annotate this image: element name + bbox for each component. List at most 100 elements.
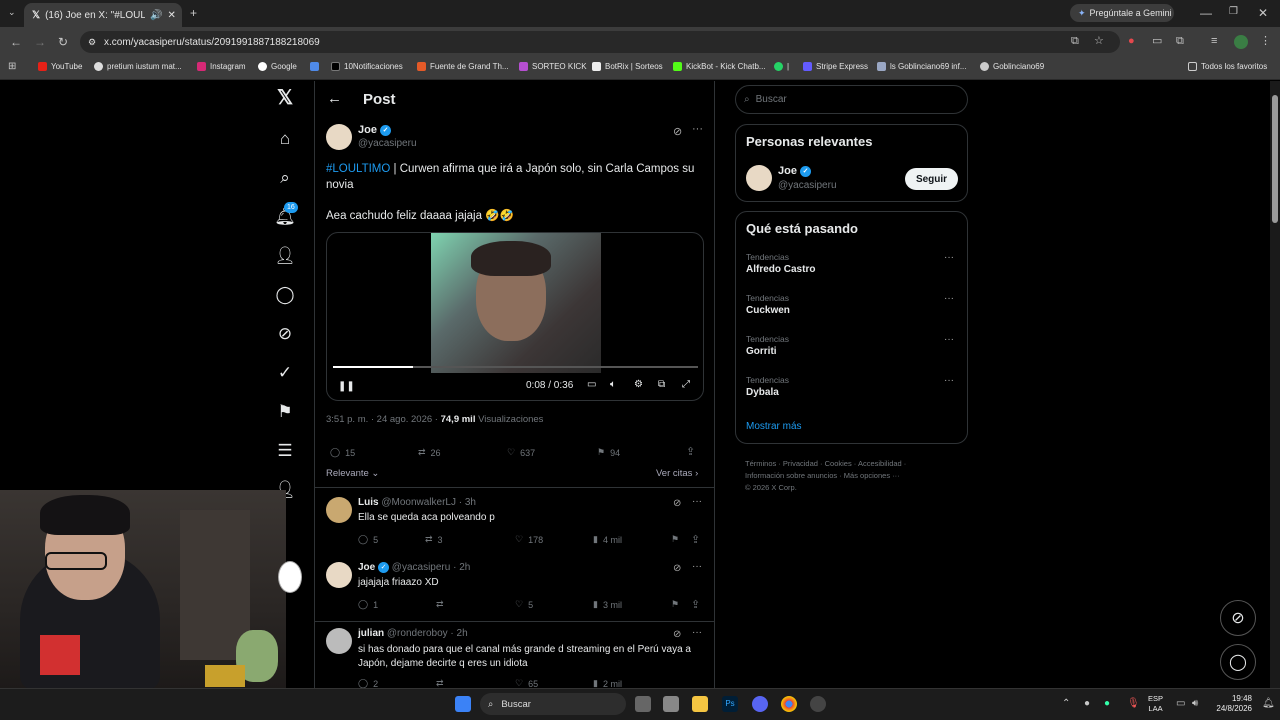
forward-icon[interactable]: → bbox=[34, 36, 46, 48]
more-options-icon[interactable]: ··· bbox=[692, 123, 703, 135]
site-info-icon[interactable]: ⚙ bbox=[88, 37, 96, 48]
grok-float-button[interactable]: ⊘ bbox=[1220, 600, 1256, 636]
x-logo-icon[interactable]: 𝕏 bbox=[274, 87, 296, 109]
more-options-icon[interactable]: ··· bbox=[692, 561, 702, 572]
tab-audio-icon[interactable]: 🔊 bbox=[150, 10, 162, 21]
reply-button[interactable]: ◯ 2 bbox=[358, 678, 378, 688]
trend-item[interactable]: Tendencias Dybala bbox=[746, 375, 789, 398]
fullscreen-icon[interactable]: ⤢ bbox=[682, 379, 690, 390]
new-tab-icon[interactable]: + bbox=[190, 7, 197, 19]
clock[interactable]: 19:48 24/8/2026 bbox=[1212, 694, 1252, 714]
app-icon[interactable] bbox=[663, 696, 679, 712]
more-options-icon[interactable]: ··· bbox=[692, 496, 702, 507]
author-avatar[interactable] bbox=[326, 124, 352, 150]
scrollbar-thumb[interactable] bbox=[1272, 95, 1278, 223]
grok-icon[interactable]: ⊘ bbox=[673, 498, 681, 509]
like-button[interactable]: ♡ 5 bbox=[515, 599, 533, 610]
bookmark-icon[interactable]: ⚑ bbox=[671, 599, 679, 610]
extension-icon[interactable]: ▭ bbox=[1152, 36, 1162, 47]
follow-icon[interactable]: 👤︎ bbox=[274, 245, 296, 267]
profile-avatar-icon[interactable] bbox=[1234, 35, 1248, 49]
explore-search-icon[interactable]: ⌕ bbox=[274, 167, 296, 189]
trend-item[interactable]: Tendencias Gorriti bbox=[746, 334, 789, 357]
menu-icon[interactable]: ⋮ bbox=[1260, 36, 1271, 47]
more-options-icon[interactable]: ··· bbox=[944, 375, 954, 386]
tray-icon[interactable]: ● bbox=[1084, 699, 1090, 709]
reply-avatar[interactable] bbox=[326, 562, 352, 588]
bookmark-gta[interactable]: Fuente de Grand Th... bbox=[417, 62, 509, 71]
bookmark-stripe[interactable]: Stripe Express bbox=[803, 62, 868, 71]
repost-button[interactable]: ⇄ 26 bbox=[418, 447, 441, 458]
search-input[interactable]: ⌕ Buscar bbox=[735, 85, 968, 114]
reply-button[interactable]: ◯ 5 bbox=[358, 534, 378, 545]
footer-line[interactable]: Información sobre anuncios · Más opcione… bbox=[745, 470, 965, 482]
settings-icon[interactable]: ⚙ bbox=[634, 379, 643, 390]
reply-avatar[interactable] bbox=[326, 628, 352, 654]
bookmark-botrix[interactable]: BotRix | Sorteos bbox=[592, 62, 663, 71]
address-bar[interactable]: ⚙ x.com/yacasiperu/status/20919918871882… bbox=[80, 31, 1120, 53]
bookmark-icon[interactable]: ⚑ bbox=[671, 534, 679, 545]
partial-avatar[interactable] bbox=[278, 561, 302, 593]
sort-dropdown[interactable]: Relevante ⌄ bbox=[326, 468, 379, 479]
network-icon[interactable]: ▭ bbox=[1176, 699, 1185, 709]
tab-search-icon[interactable]: ⌄ bbox=[8, 8, 16, 17]
share-icon[interactable]: ⇪ bbox=[691, 533, 700, 546]
repost-button[interactable]: ⇄ bbox=[436, 678, 449, 688]
hashtag-link[interactable]: #LOULTIMO bbox=[326, 163, 390, 175]
photoshop-icon[interactable]: Ps bbox=[722, 696, 738, 712]
share-icon[interactable]: ⇪ bbox=[686, 445, 695, 458]
back-icon[interactable]: ← bbox=[10, 36, 22, 48]
taskbar-search[interactable]: ⌕ Buscar bbox=[480, 693, 626, 715]
home-icon[interactable]: ⌂ bbox=[274, 128, 296, 150]
close-window-icon[interactable]: ✕ bbox=[1258, 7, 1268, 19]
repost-button[interactable]: ⇄ bbox=[436, 599, 449, 610]
chevron-up-icon[interactable]: ⌃ bbox=[1062, 699, 1070, 709]
bookmark-instagram[interactable]: Instagram bbox=[197, 62, 246, 71]
task-view-icon[interactable] bbox=[635, 696, 651, 712]
bookmark-sparkle[interactable] bbox=[310, 62, 319, 71]
share-icon[interactable]: ⇪ bbox=[691, 598, 700, 611]
volume-icon[interactable]: 🔈︎ bbox=[610, 379, 616, 390]
like-button[interactable]: ♡ 178 bbox=[515, 534, 543, 545]
volume-icon[interactable]: 🔊︎ bbox=[1192, 699, 1198, 709]
gemini-button[interactable]: ✦ Pregúntale a Gemini bbox=[1070, 4, 1174, 22]
app2-icon[interactable] bbox=[810, 696, 826, 712]
notifications-icon[interactable]: 🔔︎ 16 bbox=[274, 202, 298, 228]
bookmark-button[interactable]: ⚑ 94 bbox=[597, 447, 620, 458]
windows-start-icon[interactable] bbox=[455, 696, 471, 712]
bookmark-goblin-info[interactable]: ls Goblinciano69 inf... bbox=[877, 62, 967, 71]
captions-icon[interactable]: ▭ bbox=[587, 379, 596, 390]
follow-button[interactable]: Seguir bbox=[905, 168, 958, 190]
file-explorer-icon[interactable] bbox=[692, 696, 708, 712]
bookmarks-icon[interactable]: ⚑ bbox=[274, 401, 296, 423]
notification-center-icon[interactable]: 🔔︎ bbox=[1262, 699, 1275, 709]
apps-grid-icon[interactable]: ⊞ bbox=[8, 62, 16, 72]
views-button[interactable]: ▮ 3 mil bbox=[593, 599, 622, 610]
view-quotes-link[interactable]: Ver citas › bbox=[656, 468, 698, 479]
views-button[interactable]: ▮ 2 mil bbox=[593, 678, 622, 688]
messages-float-button[interactable]: ◯ bbox=[1220, 644, 1256, 680]
lists-icon[interactable]: ☰ bbox=[274, 440, 296, 462]
like-button[interactable]: ♡ 637 bbox=[507, 447, 535, 458]
grok-post-icon[interactable]: ⊘ bbox=[673, 125, 682, 138]
like-button[interactable]: ♡ 65 bbox=[515, 678, 538, 688]
video-progress-track[interactable] bbox=[333, 366, 698, 368]
page-scrollbar[interactable] bbox=[1270, 81, 1280, 688]
video-player[interactable]: ❚❚ 0:08 / 0:36 ▭ 🔈︎ ⚙ ⧉ ⤢ bbox=[326, 232, 704, 401]
messages-icon[interactable]: ◯ bbox=[274, 284, 296, 306]
bookmark-goblin[interactable]: Goblinciano69 bbox=[980, 62, 1044, 71]
reply-button[interactable]: ◯ 1 bbox=[358, 599, 378, 610]
grok-icon[interactable]: ⊘ bbox=[274, 323, 296, 345]
bookmark-youtube[interactable]: YouTube bbox=[38, 62, 82, 71]
reply-name[interactable]: Joe bbox=[358, 562, 375, 573]
more-options-icon[interactable]: ··· bbox=[944, 293, 954, 304]
reading-list-icon[interactable]: ≡ bbox=[1211, 36, 1217, 47]
language-indicator[interactable]: ESP LAA bbox=[1148, 694, 1163, 714]
microphone-icon[interactable]: 🎙︎ bbox=[1127, 699, 1140, 709]
bookmark-pretium[interactable]: pretium iustum mat... bbox=[94, 62, 182, 71]
trend-item[interactable]: Tendencias Cuckwen bbox=[746, 293, 790, 316]
puzzle-icon[interactable]: ⧉ bbox=[1176, 36, 1184, 47]
bookmark-google[interactable]: Google bbox=[258, 62, 297, 71]
tab-close-icon[interactable]: ✕ bbox=[168, 10, 176, 21]
reload-icon[interactable]: ↻ bbox=[58, 36, 68, 48]
